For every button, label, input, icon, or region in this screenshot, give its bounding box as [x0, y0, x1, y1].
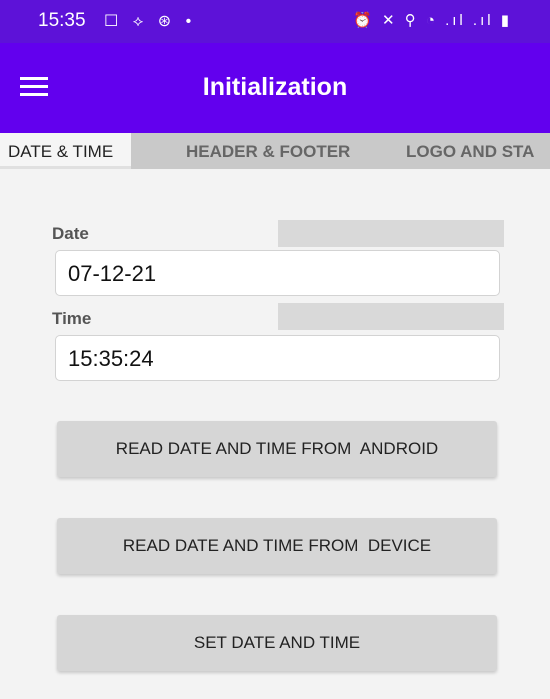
tab-date-time[interactable]: DATE & TIME [0, 133, 132, 169]
tab-logo-and-status[interactable]: LOGO AND STA [406, 133, 534, 169]
time-label: Time [52, 309, 92, 328]
time-indicator-bar [278, 303, 504, 330]
read-from-device-button[interactable]: READ DATE AND TIME FROM DEVICE [57, 518, 497, 574]
date-field[interactable]: 07-12-21 [55, 250, 500, 296]
set-date-time-button[interactable]: SET DATE AND TIME [57, 615, 497, 671]
read-from-android-button[interactable]: READ DATE AND TIME FROM ANDROID [57, 421, 497, 477]
status-bar: 15:35 ☐ ⟡ ⊛ • ⏰ ✕ ⚲ ◔ .ıl .ıl ▮ [0, 0, 550, 43]
time-field[interactable]: 15:35:24 [55, 335, 500, 381]
notification-icons: ☐ ⟡ ⊛ • [104, 13, 197, 30]
system-status-icons: ⏰ ✕ ⚲ ◔ .ıl .ıl ▮ [353, 12, 512, 29]
date-label: Date [52, 224, 89, 243]
app-bar: Initialization [0, 43, 550, 133]
tab-bar: DATE & TIME HEADER & FOOTER LOGO AND STA [0, 133, 550, 169]
status-time: 15:35 [38, 10, 86, 31]
date-indicator-bar [278, 220, 504, 247]
tab-header-footer[interactable]: HEADER & FOOTER [186, 133, 350, 169]
page-title: Initialization [202, 73, 348, 101]
